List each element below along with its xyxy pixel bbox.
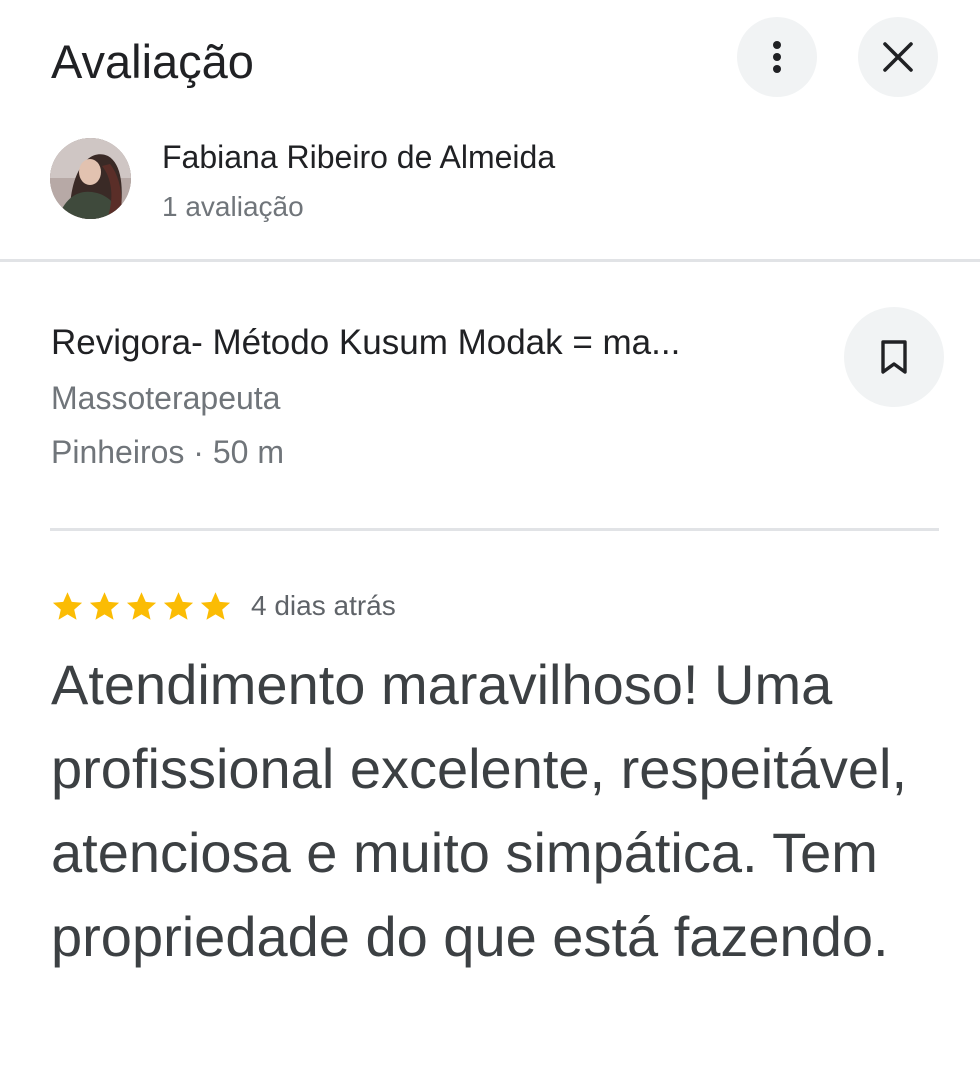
place-category: Massoterapeuta	[51, 380, 281, 416]
place-section[interactable]: Revigora- Método Kusum Modak = ma... Mas…	[0, 300, 980, 500]
star-icon	[52, 591, 83, 620]
reviewer-section[interactable]: Fabiana Ribeiro de Almeida 1 avaliação	[0, 130, 980, 230]
bookmark-icon	[881, 340, 907, 374]
place-name[interactable]: Revigora- Método Kusum Modak = ma...	[51, 320, 680, 366]
reviewer-review-count: 1 avaliação	[162, 191, 304, 222]
reviewer-name[interactable]: Fabiana Ribeiro de Almeida	[162, 136, 555, 178]
rating-row: 4 dias atrás	[50, 585, 396, 627]
avatar[interactable]	[50, 138, 131, 219]
save-place-button[interactable]	[844, 307, 944, 407]
page-title: Avaliação	[51, 35, 254, 88]
place-location: Pinheiros · 50 m	[51, 434, 284, 470]
review-text: Atendimento maravilhoso! Uma profissiona…	[51, 653, 908, 968]
close-icon	[883, 42, 913, 72]
star-rating	[50, 589, 233, 624]
star-icon	[200, 591, 231, 620]
star-icon	[126, 591, 157, 620]
review-date: 4 dias atrás	[251, 590, 396, 621]
star-icon	[89, 591, 120, 620]
more-options-button[interactable]	[737, 17, 817, 97]
header: Avaliação	[0, 0, 980, 120]
divider	[50, 528, 939, 531]
close-button[interactable]	[858, 17, 938, 97]
avatar-photo	[50, 138, 131, 219]
divider	[0, 259, 980, 262]
more-vert-icon	[773, 41, 781, 73]
star-icon	[163, 591, 194, 620]
